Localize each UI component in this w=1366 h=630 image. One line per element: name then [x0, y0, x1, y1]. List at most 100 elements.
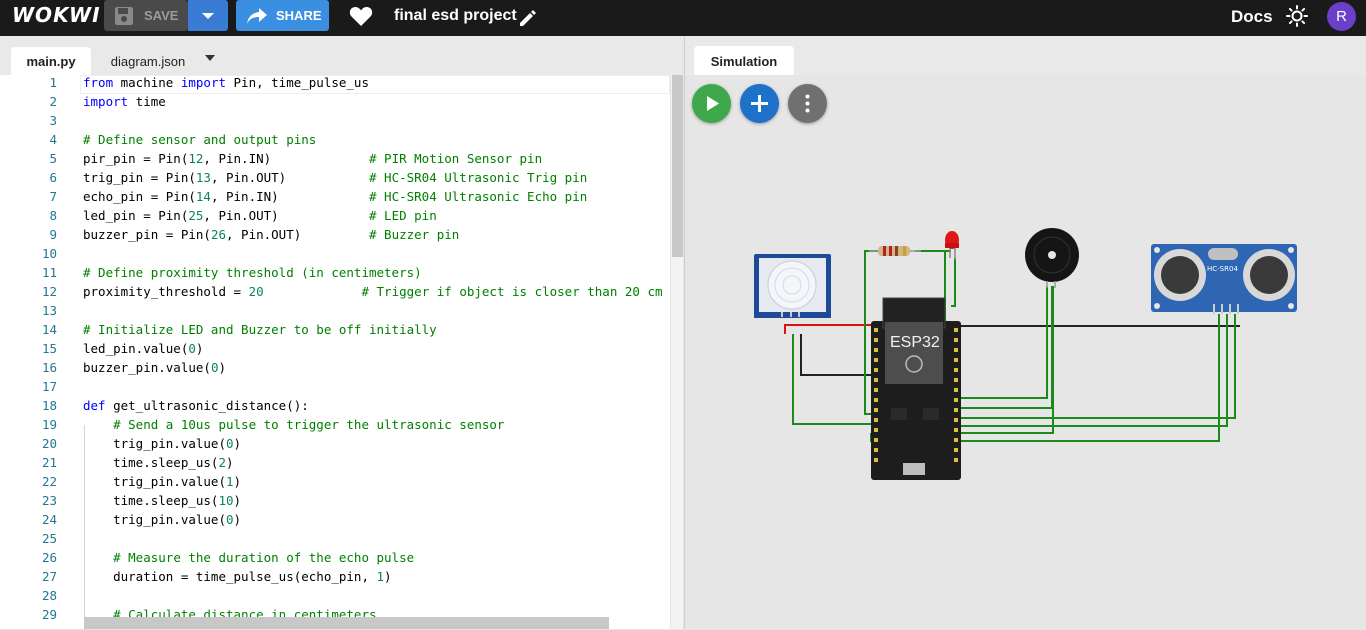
code-text[interactable]: trig_pin.value(1) — [83, 474, 241, 489]
heart-icon[interactable] — [349, 5, 373, 27]
line-number: 21 — [41, 455, 57, 470]
code-text[interactable]: pir_pin = Pin(12, Pin.IN) # PIR Motion S… — [83, 151, 542, 166]
code-line[interactable]: 12 proximity_threshold = 20 # Trigger if … — [0, 284, 670, 303]
code-line[interactable]: 26 # Measure the duration of the echo pu… — [0, 550, 670, 569]
pir-motion-sensor[interactable] — [754, 254, 831, 318]
resistor[interactable] — [869, 246, 921, 256]
code-text[interactable]: duration = time_pulse_us(echo_pin, 1) — [83, 569, 391, 584]
line-number: 20 — [41, 436, 57, 451]
hc-sr04-label: HC-SR04 — [1207, 265, 1238, 273]
code-text[interactable]: # Define sensor and output pins — [83, 132, 316, 147]
code-text[interactable]: trig_pin.value(0) — [83, 512, 241, 527]
code-text[interactable]: # Initialize LED and Buzzer to be off in… — [83, 322, 437, 337]
code-text[interactable]: time.sleep_us(2) — [83, 455, 233, 470]
top-bar: WOKWI SAVE SHARE final esd project Docs — [0, 0, 1366, 36]
vertical-scrollbar[interactable] — [670, 75, 683, 629]
code-text[interactable]: # Send a 10us pulse to trigger the ultra… — [83, 417, 504, 432]
project-title[interactable]: final esd project — [394, 7, 517, 25]
docs-link[interactable]: Docs — [1231, 7, 1273, 27]
piezo-buzzer[interactable] — [1025, 228, 1079, 288]
code-text[interactable]: led_pin.value(0) — [83, 341, 203, 356]
code-line[interactable]: 25 — [0, 531, 670, 550]
code-line[interactable]: 21 time.sleep_us(2) — [0, 455, 670, 474]
line-number: 1 — [49, 75, 57, 90]
code-line[interactable]: 27 duration = time_pulse_us(echo_pin, 1) — [0, 569, 670, 588]
code-line[interactable]: 2 import time — [0, 94, 670, 113]
esp32-board[interactable]: ESP32 — [871, 297, 961, 480]
code-line[interactable]: 6 trig_pin = Pin(13, Pin.OUT) # HC-SR04 U… — [0, 170, 670, 189]
code-line[interactable]: 17 — [0, 379, 670, 398]
tab-main-py[interactable]: main.py — [11, 47, 91, 75]
code-editor-pane: main.py diagram.json 1 from machine impor… — [0, 36, 683, 630]
code-line[interactable]: 9 buzzer_pin = Pin(26, Pin.OUT) # Buzzer … — [0, 227, 670, 246]
code-line[interactable]: 4 # Define sensor and output pins — [0, 132, 670, 151]
add-part-button[interactable] — [740, 84, 779, 123]
code-text[interactable]: def get_ultrasonic_distance(): — [83, 398, 309, 413]
code-text[interactable]: # Define proximity threshold (in centime… — [83, 265, 422, 280]
wokwi-logo[interactable]: WOKWI — [12, 3, 101, 27]
code-area[interactable]: 1 from machine import Pin, time_pulse_us 2… — [0, 75, 683, 630]
code-line[interactable]: 15 led_pin.value(0) — [0, 341, 670, 360]
line-number: 8 — [49, 208, 57, 223]
code-text[interactable]: buzzer_pin = Pin(26, Pin.OUT) # Buzzer p… — [83, 227, 459, 242]
code-line[interactable]: 1 from machine import Pin, time_pulse_us — [0, 75, 670, 94]
code-text[interactable]: import time — [83, 94, 166, 109]
line-number: 14 — [41, 322, 57, 337]
code-text[interactable]: proximity_threshold = 20 # Trigger if ob… — [83, 284, 663, 299]
code-line[interactable]: 11 # Define proximity threshold (in centi… — [0, 265, 670, 284]
circuit-diagram[interactable]: HC-SR04 ESP32 — [685, 36, 1366, 629]
code-text[interactable]: buzzer_pin.value(0) — [83, 360, 226, 375]
line-number: 17 — [41, 379, 57, 394]
code-line[interactable]: 7 echo_pin = Pin(14, Pin.IN) # HC-SR04 Ul… — [0, 189, 670, 208]
chevron-down-icon — [202, 13, 214, 19]
code-text[interactable]: time.sleep_us(10) — [83, 493, 241, 508]
line-number: 10 — [41, 246, 57, 261]
share-button[interactable]: SHARE — [236, 0, 329, 31]
vertical-scrollbar-thumb[interactable] — [672, 75, 683, 257]
save-icon — [115, 7, 133, 25]
horizontal-scrollbar-thumb[interactable] — [84, 617, 609, 629]
save-label: SAVE — [144, 8, 179, 23]
theme-toggle-icon[interactable] — [1286, 5, 1308, 27]
editor-tab-bar: main.py diagram.json — [0, 36, 683, 75]
user-avatar[interactable]: R — [1327, 2, 1356, 31]
save-button[interactable]: SAVE — [104, 0, 188, 31]
code-text[interactable]: echo_pin = Pin(14, Pin.IN) # HC-SR04 Ult… — [83, 189, 587, 204]
code-line[interactable]: 13 — [0, 303, 670, 322]
code-line[interactable]: 23 time.sleep_us(10) — [0, 493, 670, 512]
code-line[interactable]: 14 # Initialize LED and Buzzer to be off … — [0, 322, 670, 341]
more-options-button[interactable] — [788, 84, 827, 123]
code-line[interactable]: 3 — [0, 113, 670, 132]
line-number: 28 — [41, 588, 57, 603]
code-line[interactable]: 18 def get_ultrasonic_distance(): — [0, 398, 670, 417]
code-line[interactable]: 22 trig_pin.value(1) — [0, 474, 670, 493]
code-text[interactable]: # Measure the duration of the echo pulse — [83, 550, 414, 565]
hc-sr04-ultrasonic-sensor[interactable]: HC-SR04 — [1151, 244, 1297, 314]
line-number: 23 — [41, 493, 57, 508]
line-number: 9 — [49, 227, 57, 242]
save-dropdown-button[interactable] — [188, 0, 228, 31]
code-line[interactable]: 5 pir_pin = Pin(12, Pin.IN) # PIR Motion … — [0, 151, 670, 170]
code-text[interactable]: from machine import Pin, time_pulse_us — [83, 75, 369, 90]
line-number: 22 — [41, 474, 57, 489]
more-vertical-icon — [805, 94, 810, 113]
code-line[interactable]: 28 — [0, 588, 670, 607]
line-number: 3 — [49, 113, 57, 128]
code-text[interactable]: trig_pin.value(0) — [83, 436, 241, 451]
code-text[interactable]: led_pin = Pin(25, Pin.OUT) # LED pin — [83, 208, 437, 223]
line-number: 11 — [41, 265, 57, 280]
code-text[interactable]: trig_pin = Pin(13, Pin.OUT) # HC-SR04 Ul… — [83, 170, 587, 185]
red-led[interactable] — [945, 231, 959, 260]
code-line[interactable]: 8 led_pin = Pin(25, Pin.OUT) # LED pin — [0, 208, 670, 227]
code-line[interactable]: 10 — [0, 246, 670, 265]
code-line[interactable]: 16 buzzer_pin.value(0) — [0, 360, 670, 379]
line-number: 19 — [41, 417, 57, 432]
tab-menu-chevron-icon[interactable] — [205, 55, 215, 61]
code-line[interactable]: 19 # Send a 10us pulse to trigger the ul… — [0, 417, 670, 436]
line-number: 26 — [41, 550, 57, 565]
tab-diagram-json[interactable]: diagram.json — [98, 47, 198, 75]
pencil-icon[interactable] — [518, 8, 538, 28]
code-line[interactable]: 24 trig_pin.value(0) — [0, 512, 670, 531]
code-line[interactable]: 20 trig_pin.value(0) — [0, 436, 670, 455]
start-simulation-button[interactable] — [692, 84, 731, 123]
